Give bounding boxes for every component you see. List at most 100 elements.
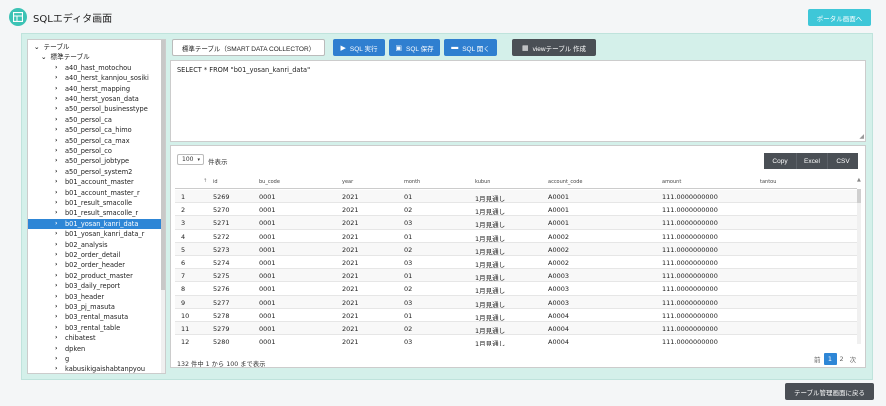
table-row[interactable]: 10 5278 0001 2021 01 1月見通し A0004 111.0000000000 — [175, 309, 857, 322]
sql-text[interactable]: SELECT * FROM "b01_yosan_kanri_data" — [177, 66, 310, 74]
table-cell: 5271 — [213, 219, 230, 228]
tree-item-label: a50_persol_ca_max — [65, 136, 130, 145]
tree-item[interactable]: › b01_result_smacolle_r — [28, 208, 163, 218]
tree-item[interactable]: › a40_herst_kannjou_sosiki — [28, 73, 163, 83]
tree-item[interactable]: › a50_persol_ca_max — [28, 136, 163, 146]
tree-item[interactable]: › b02_order_detail — [28, 250, 163, 260]
tree-item[interactable]: › b03_header — [28, 292, 163, 302]
tree-item[interactable]: › a50_persol_ca_himo — [28, 125, 163, 135]
tree-item[interactable]: › a40_herst_mapping — [28, 84, 163, 94]
pager-prev[interactable]: 前 — [811, 354, 824, 364]
table-cell: 02 — [404, 285, 413, 294]
table-row[interactable]: 5 5273 0001 2021 02 1月見通し A0002 111.0000000000 — [175, 242, 857, 256]
tree-item[interactable]: › b01_yosan_kanri_data_r — [28, 229, 163, 239]
column-header[interactable]: account_code — [548, 179, 582, 185]
result-panel: 100 ▾ 件表示 Copy Excel CSV id ↑ bu_code year m… — [170, 145, 866, 368]
sql-editor[interactable]: SELECT * FROM "b01_yosan_kanri_data" ◢ — [170, 60, 866, 142]
table-cell: 1 — [181, 193, 186, 201]
chevron-right-icon: › — [55, 199, 58, 206]
chevron-right-icon: › — [55, 303, 58, 310]
copy-button[interactable]: Copy — [764, 153, 797, 169]
scroll-up-icon[interactable]: ▲ — [857, 177, 861, 183]
sql-run-button[interactable]: ▶ SQL 実行 — [333, 39, 385, 56]
table-cell: 5 — [181, 245, 186, 254]
tree-item-label: dpken — [65, 344, 86, 353]
tree-item[interactable]: › a50_persol_ca — [28, 115, 163, 125]
tree-item[interactable]: › g — [28, 354, 163, 364]
column-header[interactable]: id — [213, 179, 218, 185]
tree-item-label: a50_persol_ca_himo — [65, 126, 132, 135]
table-row[interactable]: 1 5269 0001 2021 01 1月見通し A0001 111.0000000000 — [175, 190, 857, 204]
table-cell: A0004 — [548, 338, 569, 346]
pager-page-1[interactable]: 1 — [823, 353, 837, 365]
tree-item[interactable]: › kabusikigaishabtanpyou — [28, 364, 163, 373]
pager-page-2[interactable]: 2 — [837, 355, 847, 363]
table-scroll-thumb[interactable] — [857, 189, 861, 203]
table-cell: 03 — [404, 219, 413, 228]
table-header: id ↑ bu_code year month kubun account_code amou… — [175, 176, 857, 189]
tree-item[interactable]: › b02_order_header — [28, 260, 163, 270]
sort-asc-icon[interactable]: ↑ — [203, 178, 207, 184]
table-row[interactable]: 9 5277 0001 2021 03 1月見通し A0003 111.0000000000 — [175, 295, 857, 309]
table-cell: 2021 — [342, 311, 359, 320]
table-cell: 0001 — [259, 219, 276, 228]
tree-root[interactable]: ⌄ テーブル — [34, 42, 70, 52]
portal-button[interactable]: ポータル画面へ — [808, 9, 871, 26]
tree-item[interactable]: › a50_persol_businesstype — [28, 104, 163, 114]
page-length-select[interactable]: 100 ▾ — [177, 154, 204, 165]
tree-item[interactable]: › b01_account_master_r — [28, 188, 163, 198]
table-cell: 2021 — [342, 193, 359, 201]
tree-scroll-thumb[interactable] — [161, 40, 165, 290]
tree-item[interactable]: › b01_result_smacolle — [28, 198, 163, 208]
tree-item[interactable]: › a50_persol_jobtype — [28, 156, 163, 166]
back-to-table-management-button[interactable]: テーブル管理画面に戻る — [785, 383, 874, 400]
tree-item[interactable]: › b02_analysis — [28, 240, 163, 250]
table-row[interactable]: 12 5280 0001 2021 03 1月見通し A0004 111.0000000000 — [175, 335, 857, 346]
tree-item[interactable]: › dpken — [28, 344, 163, 354]
resize-grip-icon[interactable]: ◢ — [859, 133, 864, 140]
column-header[interactable]: kubun — [475, 179, 490, 185]
chevron-right-icon: › — [55, 209, 58, 217]
column-header[interactable]: month — [404, 179, 420, 185]
tree-item[interactable]: › b03_daily_report — [28, 281, 163, 291]
table-row[interactable]: 2 5270 0001 2021 02 1月見通し A0001 111.0000000000 — [175, 203, 857, 217]
table-cell: 01 — [404, 193, 413, 201]
tree-item[interactable]: › a40_herst_yosan_data — [28, 94, 163, 104]
tree-item[interactable]: › b01_account_master — [28, 177, 163, 187]
tree-item[interactable]: › a50_persol_system2 — [28, 167, 163, 177]
tree-item[interactable]: › chibatest — [28, 333, 163, 343]
table-row[interactable]: 8 5276 0001 2021 02 1月見通し A0003 111.0000000000 — [175, 282, 857, 296]
table-cell: 2 — [181, 206, 186, 215]
table-row[interactable]: 6 5274 0001 2021 03 1月見通し A0002 111.0000000000 — [175, 256, 857, 270]
excel-button[interactable]: Excel — [797, 153, 828, 169]
tree-group-standard[interactable]: ⌄ 標準テーブル — [41, 52, 90, 62]
tree-item-label: b01_account_master_r — [65, 188, 140, 197]
table-row[interactable]: 3 5271 0001 2021 03 1月見通し A0001 111.0000000000 — [175, 216, 857, 230]
table-cell: 3 — [181, 219, 186, 228]
view-create-button[interactable]: ▦ viewテーブル 作成 — [512, 39, 596, 56]
tree-item[interactable]: › b03_rental_masuta — [28, 312, 163, 322]
table-scrollbar[interactable] — [857, 189, 861, 344]
table-row[interactable]: 4 5272 0001 2021 01 1月見通し A0002 111.0000000000 — [175, 230, 857, 243]
column-header[interactable]: bu_code — [259, 179, 280, 185]
table-cell: A0003 — [548, 298, 569, 307]
pager-next[interactable]: 次 — [847, 354, 860, 364]
standard-table-button[interactable]: 標準テーブル（SMART DATA COLLECTOR） — [172, 39, 325, 56]
csv-button[interactable]: CSV — [828, 153, 858, 169]
table-row[interactable]: 7 5275 0001 2021 01 1月見通し A0003 111.0000000000 — [175, 269, 857, 283]
sql-open-button[interactable]: ▬ SQL 開く — [444, 39, 497, 56]
table-row[interactable]: 11 5279 0001 2021 02 1月見通し A0004 111.0000000000 — [175, 322, 857, 336]
tree-item[interactable]: › b02_product_master — [28, 271, 163, 281]
column-header[interactable]: amount — [662, 179, 681, 185]
tree-item-label: b01_result_smacolle_r — [65, 209, 139, 218]
tree-item[interactable]: › b03_pj_masuta — [28, 302, 163, 312]
tree-item[interactable]: › a40_hast_motochou — [28, 63, 163, 73]
tree-scrollbar[interactable] — [161, 40, 165, 373]
tree-item[interactable]: › b01_yosan_kanri_data — [28, 218, 163, 230]
column-header[interactable]: tantou — [760, 179, 776, 185]
column-header[interactable]: year — [342, 179, 353, 185]
tree-item[interactable]: › a50_persol_co — [28, 146, 163, 156]
tree-item[interactable]: › b03_rental_table — [28, 323, 163, 333]
sql-save-button[interactable]: ▣ SQL 保存 — [389, 39, 440, 56]
table-cell: 4 — [181, 232, 186, 241]
